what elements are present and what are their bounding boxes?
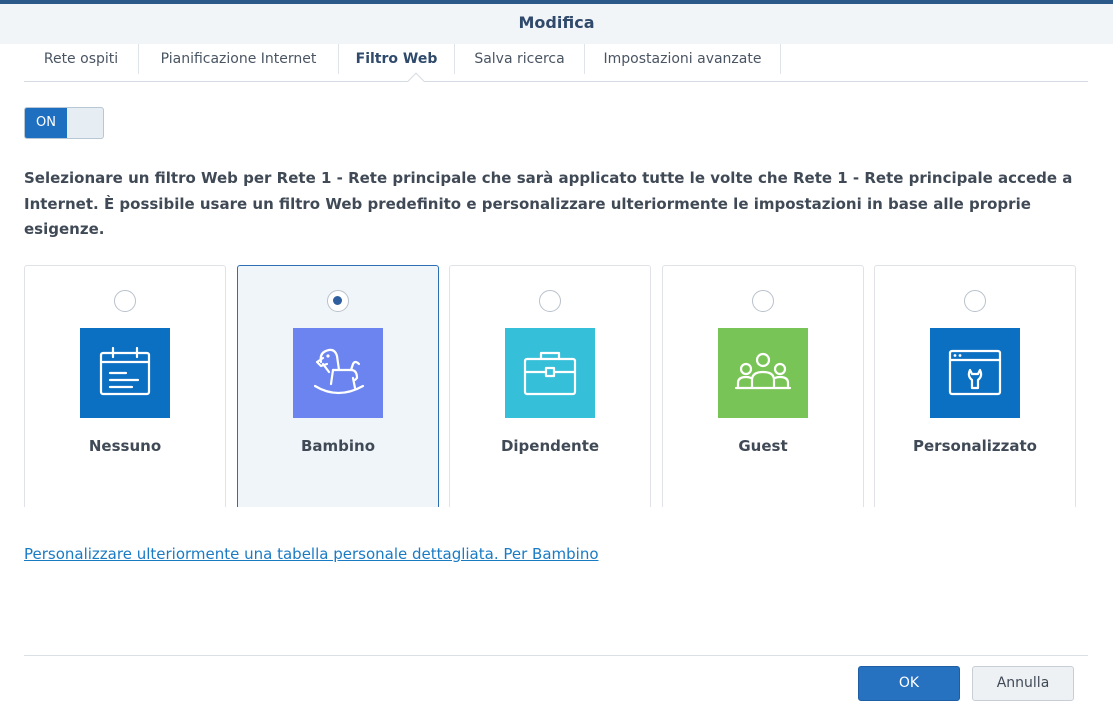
- profile-label-nessuno: Nessuno: [88, 437, 162, 455]
- radio-nessuno[interactable]: [114, 290, 136, 312]
- tab-impostazioni-avanzate[interactable]: Impostazioni avanzate: [585, 44, 781, 74]
- tab-rete-ospiti[interactable]: Rete ospiti: [24, 44, 139, 74]
- dialog-title: Modifica: [518, 13, 595, 32]
- profile-label-guest: Guest: [738, 437, 788, 455]
- footer-divider: [24, 655, 1088, 656]
- radio-dipendente[interactable]: [539, 290, 561, 312]
- rocking-horse-icon: [293, 328, 383, 418]
- radio-bambino[interactable]: [327, 290, 349, 312]
- profile-card-nessuno[interactable]: Nessuno: [24, 265, 226, 507]
- active-tab-caret: [407, 72, 425, 90]
- tab-pianificazione-internet[interactable]: Pianificazione Internet: [139, 44, 339, 74]
- browser-wrench-icon: [930, 328, 1020, 418]
- tab-salva-ricerca[interactable]: Salva ricerca: [455, 44, 585, 74]
- radio-guest[interactable]: [752, 290, 774, 312]
- web-filter-toggle[interactable]: ON: [24, 107, 104, 139]
- profile-card-dipendente[interactable]: Dipendente: [449, 265, 651, 507]
- radio-personalizzato[interactable]: [964, 290, 986, 312]
- toggle-on-label: ON: [25, 108, 67, 138]
- ok-button[interactable]: OK: [858, 666, 960, 701]
- filter-description: Selezionare un filtro Web per Rete 1 - R…: [24, 169, 1073, 238]
- profile-label-personalizzato: Personalizzato: [913, 437, 1037, 455]
- profile-card-bambino[interactable]: Bambino: [237, 265, 439, 507]
- profile-card-personalizzato[interactable]: Personalizzato: [874, 265, 1076, 507]
- profile-label-dipendente: Dipendente: [500, 437, 600, 455]
- tab-bar: Rete ospiti Pianificazione Internet Filt…: [24, 44, 1088, 90]
- group-icon: [718, 328, 808, 418]
- calendar-list-icon: [80, 328, 170, 418]
- radio-selected-dot: [333, 296, 342, 305]
- profile-label-bambino: Bambino: [300, 437, 376, 455]
- dialog-titlebar: Modifica: [0, 4, 1113, 44]
- briefcase-icon: [505, 328, 595, 418]
- profile-card-guest[interactable]: Guest: [662, 265, 864, 507]
- tab-filtro-web[interactable]: Filtro Web: [339, 44, 455, 74]
- cancel-button[interactable]: Annulla: [972, 666, 1074, 701]
- customize-table-link[interactable]: Personalizzare ulteriormente una tabella…: [24, 545, 599, 563]
